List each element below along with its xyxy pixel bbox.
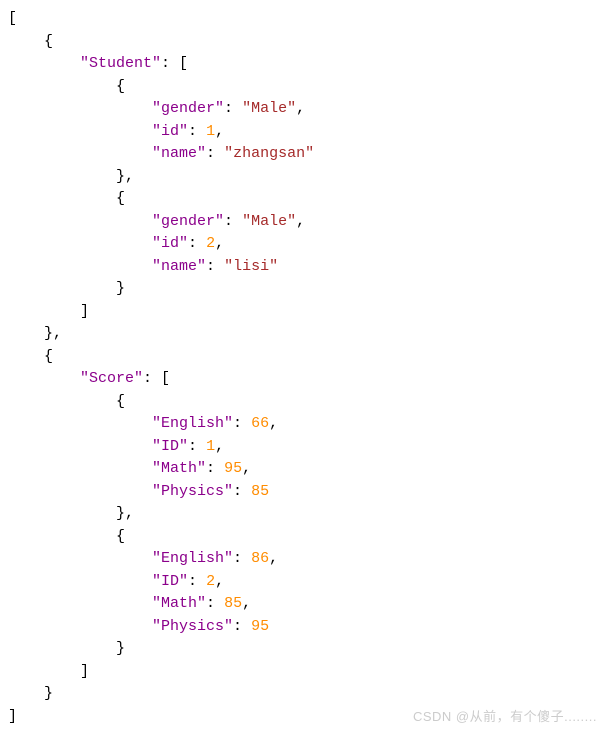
watermark-text: CSDN @从前，有个傻子........ xyxy=(413,707,597,727)
json-code-block: [ { "Student": [ { "gender": "Male", "id… xyxy=(8,8,601,728)
